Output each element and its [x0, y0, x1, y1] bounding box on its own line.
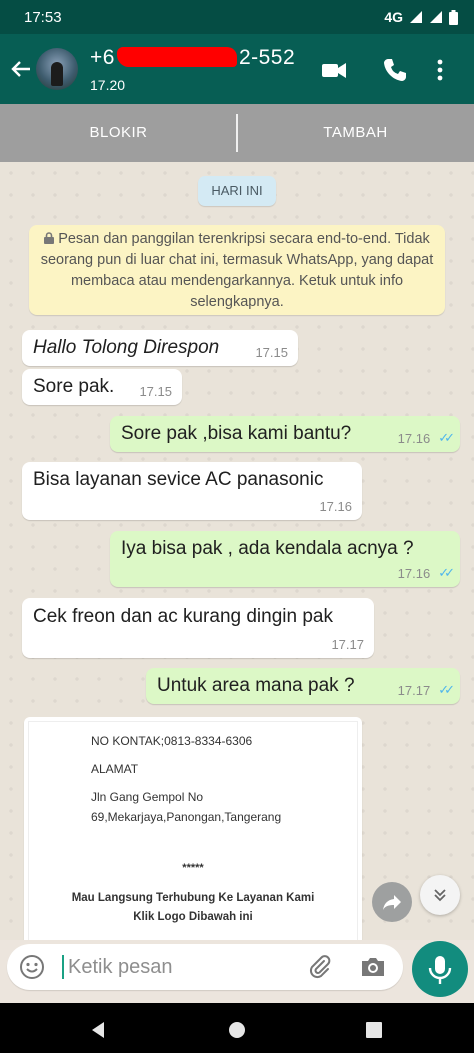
message-text: Hallo Tolong Direspon	[33, 337, 220, 358]
add-contact-button[interactable]: TAMBAH	[237, 104, 474, 162]
battery-icon	[449, 9, 458, 25]
date-chip: HARI INI	[198, 176, 276, 206]
status-icons: 4G	[384, 9, 458, 25]
status-bar: 17:53 4G	[0, 0, 474, 34]
card-cta-line1: Mau Langsung Terhubung Ke Layanan Kami	[71, 892, 315, 904]
text-cursor	[62, 955, 64, 979]
message-time: 17.15	[255, 345, 288, 360]
message-time: 17.17 ✓✓	[397, 682, 455, 698]
message-time: 17.16 ✓✓	[397, 565, 455, 581]
encryption-notice[interactable]: Pesan dan panggilan terenkripsi secara e…	[29, 225, 445, 315]
message-time: 17.15	[139, 384, 172, 399]
lock-icon	[44, 232, 55, 244]
nav-recents-icon[interactable]	[364, 1020, 384, 1040]
chevron-down-icon[interactable]	[420, 875, 460, 915]
message-outgoing[interactable]: Sore pak ,bisa kami bantu? 17.16 ✓✓	[110, 416, 460, 452]
read-receipt-icon: ✓✓	[438, 565, 455, 580]
message-time-text: 17.17	[331, 637, 364, 652]
phone-icon[interactable]	[381, 56, 409, 84]
message-time: 17.17	[331, 637, 364, 652]
message-text: Untuk area mana pak ?	[157, 675, 355, 696]
message-text: Iya bisa pak , ada kendala acnya ?	[121, 538, 414, 559]
message-time: 17.16	[319, 499, 352, 514]
system-nav-bar	[0, 1003, 474, 1053]
message-incoming[interactable]: Hallo Tolong Direspon 17.15	[22, 330, 298, 366]
message-time-text: 17.16	[319, 499, 352, 514]
video-call-icon[interactable]	[320, 56, 348, 84]
message-time-text: 17.15	[255, 345, 288, 360]
image-document: NO KONTAK;0813-8334-6306 ALAMAT Jln Gang…	[28, 721, 358, 940]
unknown-contact-actions: BLOKIR TAMBAH	[0, 104, 474, 162]
message-input[interactable]: Ketik pesan	[68, 956, 173, 979]
attach-icon[interactable]	[307, 954, 333, 980]
network-label: 4G	[384, 9, 403, 25]
message-text: Sore pak.	[33, 376, 115, 397]
redaction-mark	[116, 47, 237, 67]
back-arrow-icon[interactable]	[6, 54, 36, 84]
message-text: Bisa layanan sevice AC panasonic	[33, 469, 324, 490]
contact-name[interactable]: +6 2-552	[90, 46, 295, 70]
card-address-line1: Jln Gang Gempol No	[91, 790, 204, 804]
nav-home-icon[interactable]	[227, 1020, 247, 1040]
message-outgoing[interactable]: Iya bisa pak , ada kendala acnya ? 17.16…	[110, 531, 460, 587]
message-time-text: 17.17	[397, 682, 431, 698]
card-address-label: ALAMAT	[91, 762, 139, 776]
chat-area[interactable]: HARI INI Pesan dan panggilan terenkripsi…	[0, 162, 474, 940]
message-time-text: 17.16	[397, 430, 431, 446]
status-time: 17:53	[24, 9, 62, 26]
more-vert-icon[interactable]	[432, 56, 448, 84]
message-composer[interactable]: Ketik pesan	[7, 944, 403, 990]
card-cta-line2: Klik Logo Dibawah ini	[133, 911, 253, 923]
message-incoming[interactable]: Sore pak. 17.15	[22, 369, 182, 405]
signal-icon	[410, 11, 422, 23]
message-text: Cek freon dan ac kurang dingin pak	[33, 606, 333, 627]
forward-icon[interactable]	[372, 882, 412, 922]
message-incoming[interactable]: Bisa layanan sevice AC panasonic 17.16	[22, 462, 362, 520]
card-stars: *****	[182, 862, 204, 874]
contact-suffix: 2-552	[238, 46, 296, 69]
block-button[interactable]: BLOKIR	[0, 104, 237, 162]
read-receipt-icon: ✓✓	[438, 430, 455, 445]
read-receipt-icon: ✓✓	[438, 682, 455, 697]
image-message[interactable]: NO KONTAK;0813-8334-6306 ALAMAT Jln Gang…	[24, 717, 362, 940]
encryption-notice-text: Pesan dan panggilan terenkripsi secara e…	[40, 231, 434, 310]
card-contact-line: NO KONTAK;0813-8334-6306	[91, 734, 253, 748]
contact-last-seen: 17.20	[90, 77, 126, 93]
nav-back-icon[interactable]	[88, 1020, 108, 1040]
message-text: Sore pak ,bisa kami bantu?	[121, 423, 352, 444]
chat-header: +6 2-552 17.20	[0, 34, 474, 104]
card-address-line2: 69,Mekarjaya,Panongan,Tangerang	[91, 810, 282, 824]
message-time-text: 17.15	[139, 384, 172, 399]
emoji-icon[interactable]	[19, 954, 45, 980]
message-time: 17.16 ✓✓	[397, 430, 455, 446]
avatar[interactable]	[36, 48, 78, 90]
mic-icon[interactable]	[412, 941, 468, 997]
contact-prefix: +6	[90, 46, 115, 69]
message-outgoing[interactable]: Untuk area mana pak ? 17.17 ✓✓	[146, 668, 460, 704]
camera-icon[interactable]	[359, 954, 387, 980]
signal-icon	[430, 11, 442, 23]
message-incoming[interactable]: Cek freon dan ac kurang dingin pak 17.17	[22, 598, 374, 658]
message-time-text: 17.16	[397, 565, 431, 581]
